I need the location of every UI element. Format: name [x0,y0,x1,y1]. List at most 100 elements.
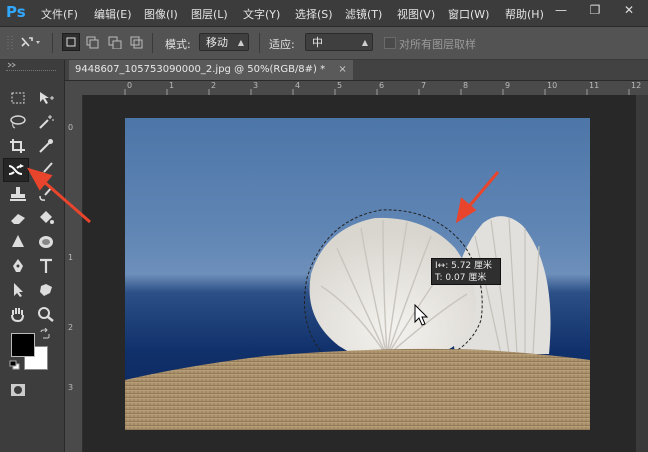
dx-value: 5.72 [451,261,472,271]
blur-tool[interactable] [5,230,31,254]
mode-select[interactable]: 移动 ▲ [199,33,249,51]
add-selection-icon[interactable] [85,35,101,49]
history-brush-icon [39,186,53,201]
magic-wand-tool[interactable] [33,110,59,134]
toolbox-collapse-icon[interactable] [6,62,58,68]
new-selection-button[interactable] [62,33,80,51]
ruler-origin[interactable] [65,81,83,95]
options-bar: 模式: 移动 ▲ 适应: 中 ▲ 对所有图层取样 [0,27,648,60]
h-ruler-label: 1 [169,81,175,90]
dx-unit: 厘米 [474,261,493,271]
stamp-tool[interactable] [5,182,31,206]
h-ruler-label: 2 [211,81,217,90]
marquee-icon [11,92,25,104]
eraser-tool[interactable] [5,206,31,230]
chevron-down-icon: ▲ [237,38,244,47]
zoom-tool[interactable] [33,302,59,326]
eyedropper-icon [39,139,53,153]
h-ruler-label: 7 [421,81,427,90]
crop-tool[interactable] [5,134,31,158]
close-icon[interactable]: × [338,64,346,75]
adapt-label: 适应: [269,38,295,51]
document-tab-bar: 9448607_105753090000_2.jpg @ 50%(RGB/8#)… [65,60,648,81]
blur-icon [12,235,24,247]
seashell-photo [125,118,590,430]
menu-type[interactable]: 文字(Y) [243,6,280,22]
menu-edit[interactable]: 编辑(E) [94,6,132,22]
v-ruler-label: 3 [68,383,74,392]
new-selection-icon [66,37,76,47]
brush-tool[interactable] [33,158,59,182]
sample-all-checkbox[interactable] [384,37,396,49]
type-icon [40,258,52,273]
path-select-icon [14,283,23,297]
eraser-icon [11,214,25,224]
menu-image[interactable]: 图像(I) [144,6,178,22]
eyedropper-tool[interactable] [33,134,59,158]
h-ruler-label: 8 [463,81,469,90]
type-tool[interactable] [33,254,59,278]
v-ruler-label: 1 [68,253,74,262]
h-ruler-label: 11 [589,81,600,90]
app-logo[interactable]: Ps [6,3,26,21]
hand-icon [11,308,24,322]
shape-icon [40,284,52,296]
document-tab-title: 9448607_105753090000_2.jpg @ 50%(RGB/8#)… [75,64,326,75]
menu-bar: Ps 文件(F) 编辑(E) 图像(I) 图层(L) 文字(Y) 选择(S) 滤… [0,0,648,27]
history-brush-tool[interactable] [33,182,59,206]
content-aware-move-tool[interactable] [3,158,29,182]
v-ruler-label: 0 [68,123,74,132]
intersect-selection-icon[interactable] [129,35,145,49]
menu-help[interactable]: 帮助(H) [505,6,544,22]
mode-select-value: 移动 [206,36,228,49]
measurement-tooltip: I↔: 5.72 厘米 T: 0.07 厘米 [431,258,501,285]
minimize-button[interactable]: — [544,0,578,22]
document-image[interactable] [125,118,590,430]
content-aware-move-preset-icon[interactable] [20,35,42,49]
grip-icon [7,36,13,50]
h-ruler-label: 9 [505,81,511,90]
menu-window[interactable]: 窗口(W) [448,6,489,22]
path-select-tool[interactable] [5,278,31,302]
vertical-scrollbar[interactable] [636,95,648,452]
h-ruler-label: 6 [379,81,385,90]
adapt-select-value: 中 [312,36,323,49]
menu-layer[interactable]: 图层(L) [191,6,228,22]
dy-unit: 厘米 [468,273,487,283]
paint-bucket-tool[interactable] [33,206,59,230]
marquee-tool[interactable] [5,86,31,110]
restore-button[interactable]: ❐ [578,0,612,22]
pen-tool[interactable] [5,254,31,278]
dodge-tool[interactable] [33,230,59,254]
h-ruler-label: 3 [253,81,259,90]
menu-view[interactable]: 视图(V) [397,6,435,22]
subtract-selection-icon[interactable] [107,35,123,49]
vertical-ruler[interactable]: 0 1 2 3 [65,95,83,452]
dy-value: 0.07 [445,273,466,283]
h-ruler-label: 5 [337,81,343,90]
move-icon [40,92,54,104]
quick-mask-button[interactable] [5,378,31,402]
horizontal-ruler[interactable]: 0 1 2 3 4 5 6 7 8 9 10 11 12 [83,81,648,96]
foreground-color-swatch[interactable] [11,333,35,357]
chevron-down-icon: ▲ [361,38,368,47]
hand-tool[interactable] [5,302,31,326]
menu-filter[interactable]: 滤镜(T) [345,6,382,22]
adapt-select[interactable]: 中 ▲ [305,33,373,51]
magic-wand-icon [39,115,54,129]
document-tab[interactable]: 9448607_105753090000_2.jpg @ 50%(RGB/8#)… [69,60,353,80]
pen-icon [13,259,23,272]
content-aware-move-icon [8,164,24,175]
swap-colors-icon[interactable] [39,328,51,340]
lasso-tool[interactable] [5,110,31,134]
sample-all-label: 对所有图层取样 [399,38,476,51]
move-tool[interactable] [33,86,59,110]
h-ruler-label: 4 [295,81,301,90]
h-ruler-label: 12 [631,81,642,90]
menu-select[interactable]: 选择(S) [295,6,333,22]
default-colors-icon[interactable] [9,360,21,370]
menu-file[interactable]: 文件(F) [41,6,78,22]
close-button[interactable]: ✕ [612,0,646,22]
lasso-icon [10,115,26,129]
shape-tool[interactable] [33,278,59,302]
